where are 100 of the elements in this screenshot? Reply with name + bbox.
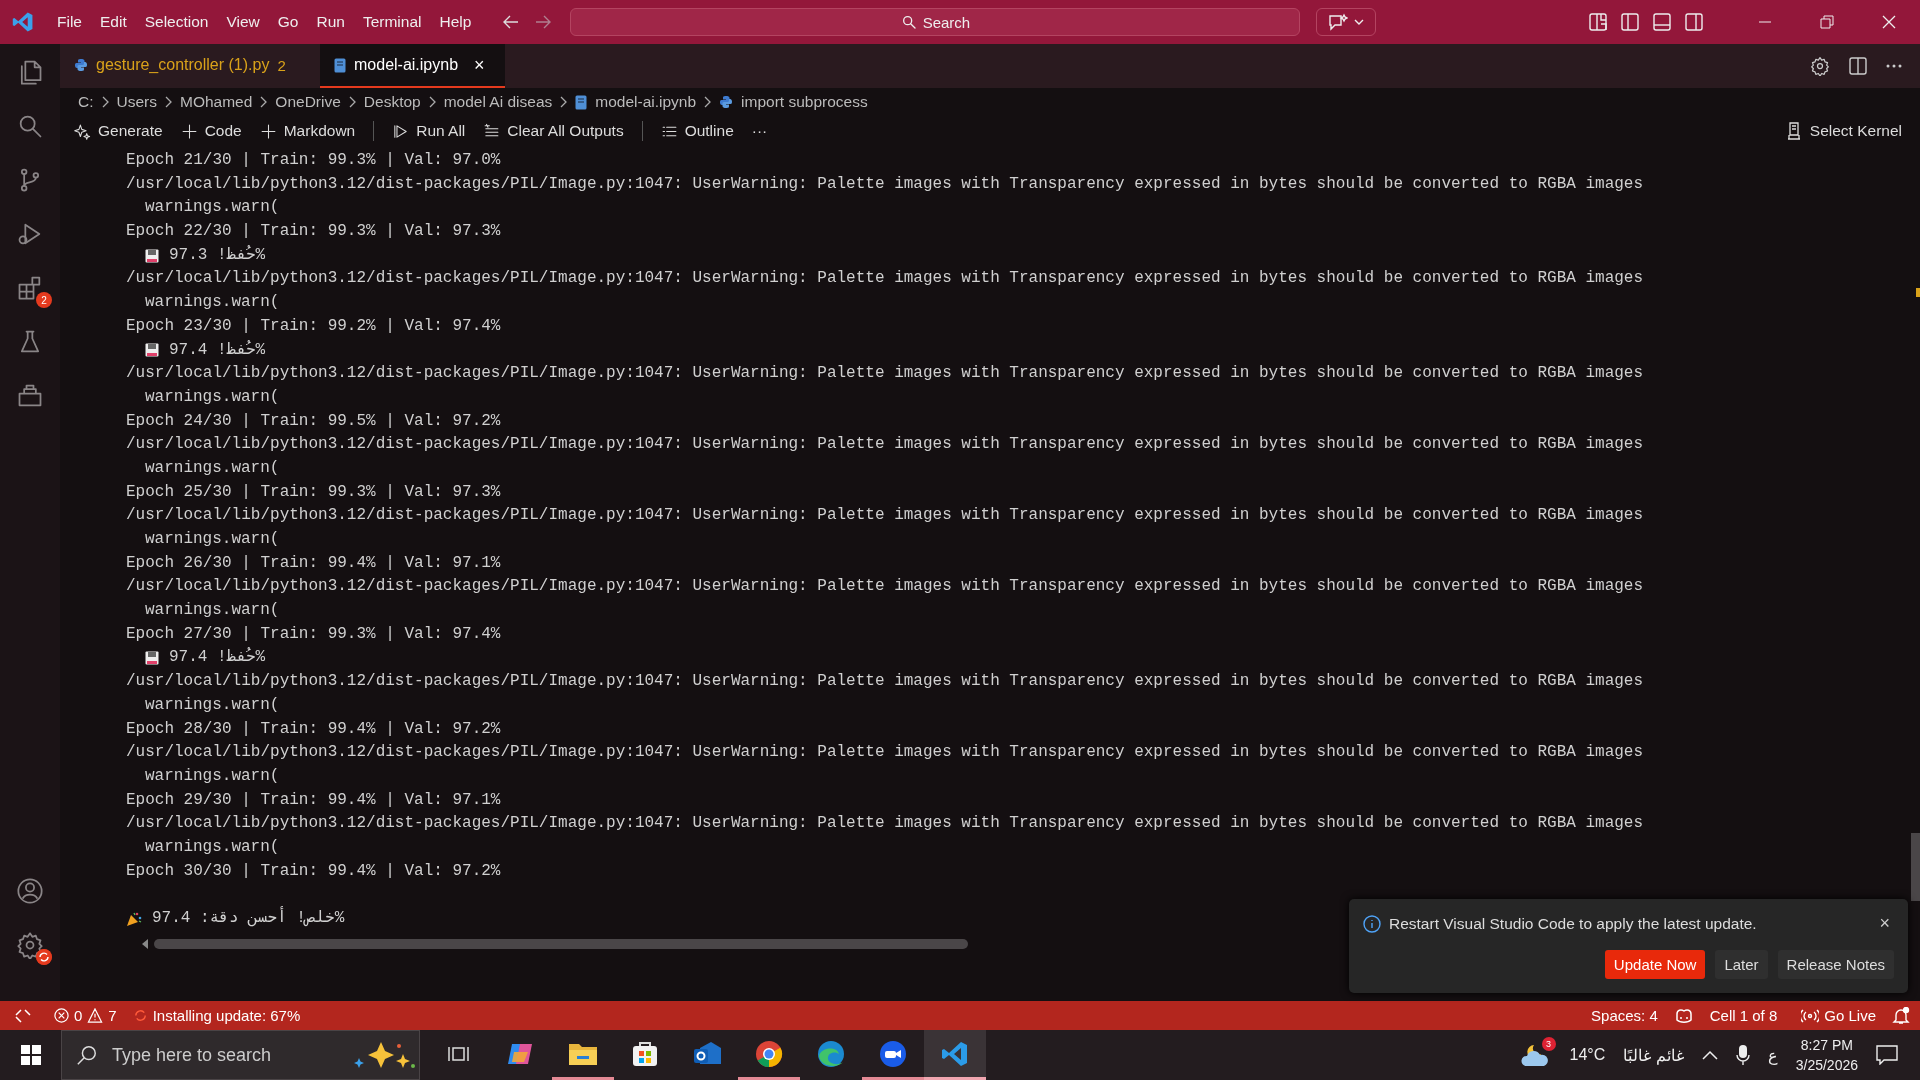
output-line: warnings.warn( [145, 765, 280, 787]
output-line: /usr/local/lib/python3.12/dist-packages/PIL/Image.py:1047: UserWarning: Palette images with Transparency expressed in bytes should be converted to RGBA images [126, 268, 1644, 290]
restore-icon[interactable] [1820, 15, 1834, 29]
account-icon [16, 877, 44, 905]
breadcrumb-item[interactable]: model Ai diseas [443, 93, 553, 111]
chevron-icon [427, 96, 437, 108]
toolbar-button[interactable]: Outline [660, 122, 734, 140]
output-line: warnings.warn( [145, 694, 280, 716]
copilot-icon[interactable] [1673, 1006, 1694, 1025]
output-line: Epoch 26/30 | Train: 99.4% | Val: 97.1% [126, 552, 501, 574]
toolbar-button[interactable]: Markdown [259, 122, 356, 140]
bell-icon[interactable] [1892, 1006, 1910, 1025]
panel-toggle-icon[interactable] [1652, 12, 1672, 32]
input-language[interactable]: ع [1767, 1045, 1778, 1065]
menu-item[interactable]: Edit [91, 9, 136, 35]
secondary-button[interactable]: Later [1715, 950, 1768, 979]
chevron-icon [164, 96, 173, 108]
toolbar-button[interactable]: Code [180, 122, 242, 140]
menu-item[interactable]: Go [268, 9, 308, 35]
menu-item[interactable]: View [217, 9, 269, 35]
temperature[interactable]: 14°C [1569, 1046, 1606, 1064]
output-line: حُفظ! 97.4% [169, 339, 266, 361]
sync-badge-icon [36, 949, 52, 965]
menu-item[interactable]: Terminal [353, 9, 431, 35]
forward-icon[interactable] [534, 13, 553, 31]
menu-item[interactable]: Run [307, 9, 354, 35]
output-line: حُفظ! 97.3% [169, 244, 266, 266]
primary-button[interactable]: Update Now [1604, 950, 1706, 979]
tab-close-button[interactable]: × [474, 54, 485, 76]
menu-item[interactable]: File [48, 9, 91, 35]
notification-message: Restart Visual Studio Code to apply the latest update. [1389, 914, 1757, 933]
toolbar-button[interactable]: Clear All Outputs [483, 122, 624, 140]
output-line: Epoch 25/30 | Train: 99.3% | Val: 97.3% [126, 481, 501, 503]
breadcrumb-item[interactable]: MOhamed [180, 93, 253, 111]
cell-indicator[interactable]: Cell 1 of 8 [1701, 1007, 1786, 1024]
taskbar-search-field[interactable]: Type here to search [61, 1030, 420, 1080]
notification-badge: 2 [36, 292, 52, 308]
select-kernel-button[interactable]: Select Kernel [1785, 122, 1902, 140]
indentation-status[interactable]: Spaces: 4 [1583, 1007, 1666, 1024]
output-line: Epoch 27/30 | Train: 99.3% | Val: 97.4% [126, 623, 501, 645]
settings-icon [16, 931, 44, 959]
chevron-up-icon[interactable] [1701, 1050, 1718, 1060]
taskbar-app[interactable] [924, 1030, 986, 1080]
layout-icon[interactable] [1588, 12, 1608, 32]
update-status[interactable]: Installing update: 67% [124, 1007, 309, 1024]
scroll-left-icon[interactable] [142, 938, 148, 949]
more-icon[interactable] [1886, 64, 1902, 68]
output-line: /usr/local/lib/python3.12/dist-packages/PIL/Image.py:1047: UserWarning: Palette images with Transparency expressed in bytes should be converted to RGBA images [126, 671, 1644, 693]
toolbar-button[interactable]: Run All [392, 122, 466, 140]
output-line: /usr/local/lib/python3.12/dist-packages/PIL/Image.py:1047: UserWarning: Palette images with Transparency expressed in bytes should be converted to RGBA images [126, 434, 1644, 456]
breadcrumb-item[interactable]: Users [116, 93, 157, 111]
menu-item[interactable]: Help [430, 9, 481, 35]
sidebar-toggle-icon[interactable] [1620, 12, 1640, 32]
breadcrumb-item[interactable]: Desktop [363, 93, 421, 111]
remote-icon[interactable] [14, 1007, 32, 1024]
python-icon [719, 95, 734, 109]
output-line: حُفظ! 97.4% [169, 646, 266, 669]
problems-indicator[interactable]: 0 7 [46, 1007, 125, 1024]
output-line: Epoch 22/30 | Train: 99.3% | Val: 97.3% [126, 221, 501, 243]
notification-center-icon[interactable] [1876, 1045, 1898, 1065]
editor-tab[interactable]: model-ai.ipynb × [320, 44, 505, 88]
search-icon [900, 14, 917, 30]
taskbar-clock[interactable]: 8:27 PM 3/25/2026 [1795, 1037, 1858, 1073]
party-popper-icon [126, 910, 142, 927]
output-line: /usr/local/lib/python3.12/dist-packages/PIL/Image.py:1047: UserWarning: Palette images with Transparency expressed in bytes should be converted to RGBA images [126, 813, 1644, 835]
vertical-scrollbar[interactable] [1911, 833, 1920, 901]
chat-button[interactable] [1316, 8, 1377, 36]
close-button[interactable]: × [1875, 913, 1894, 934]
menu-item[interactable]: Selection [135, 9, 218, 35]
split-editor-icon[interactable] [1848, 56, 1868, 76]
toolbar-button[interactable]: Generate [74, 122, 163, 140]
output-line: /usr/local/lib/python3.12/dist-packages/PIL/Image.py:1047: UserWarning: Palette images with Transparency expressed in bytes should be converted to RGBA images [126, 173, 1644, 195]
output-line: warnings.warn( [145, 292, 280, 314]
more-actions-button[interactable]: ··· [751, 122, 768, 140]
sync-icon [132, 1008, 148, 1023]
chevron-icon [703, 96, 713, 108]
chrome-icon [755, 1039, 783, 1068]
command-search-field[interactable]: Search [570, 8, 1301, 36]
horizontal-scrollbar[interactable] [154, 938, 968, 949]
output-line: warnings.warn( [145, 386, 280, 408]
editor-tab[interactable]: gesture_controller (1).py 2 [60, 44, 320, 88]
microphone-icon[interactable] [1735, 1044, 1750, 1066]
breadcrumb-item[interactable]: import subprocess [719, 93, 868, 111]
weather-condition[interactable]: غائم غالبًا [1623, 1045, 1684, 1065]
output-line: Epoch 29/30 | Train: 99.4% | Val: 97.1% [126, 789, 501, 811]
close-icon[interactable] [1882, 15, 1896, 29]
chevron-icon [559, 96, 569, 108]
warning-icon [87, 1008, 104, 1023]
breadcrumb-item[interactable]: OneDrive [275, 93, 341, 111]
windows-start-icon[interactable] [20, 1045, 41, 1065]
back-icon[interactable] [502, 13, 521, 31]
secondary-sidebar-icon[interactable] [1684, 12, 1704, 32]
breadcrumb-item[interactable]: C: [78, 93, 94, 111]
output-line: /usr/local/lib/python3.12/dist-packages/PIL/Image.py:1047: UserWarning: Palette images with Transparency expressed in bytes should be converted to RGBA images [126, 505, 1644, 527]
settings-icon [1810, 56, 1830, 76]
secondary-button[interactable]: Release Notes [1777, 950, 1894, 979]
output-line: warnings.warn( [145, 197, 280, 219]
breadcrumb-item[interactable]: model-ai.ipynb [575, 93, 697, 111]
go-live-button[interactable]: Go Live [1793, 1007, 1884, 1024]
output-line: /usr/local/lib/python3.12/dist-packages/PIL/Image.py:1047: UserWarning: Palette images with Transparency expressed in bytes should be converted to RGBA images [126, 742, 1644, 764]
